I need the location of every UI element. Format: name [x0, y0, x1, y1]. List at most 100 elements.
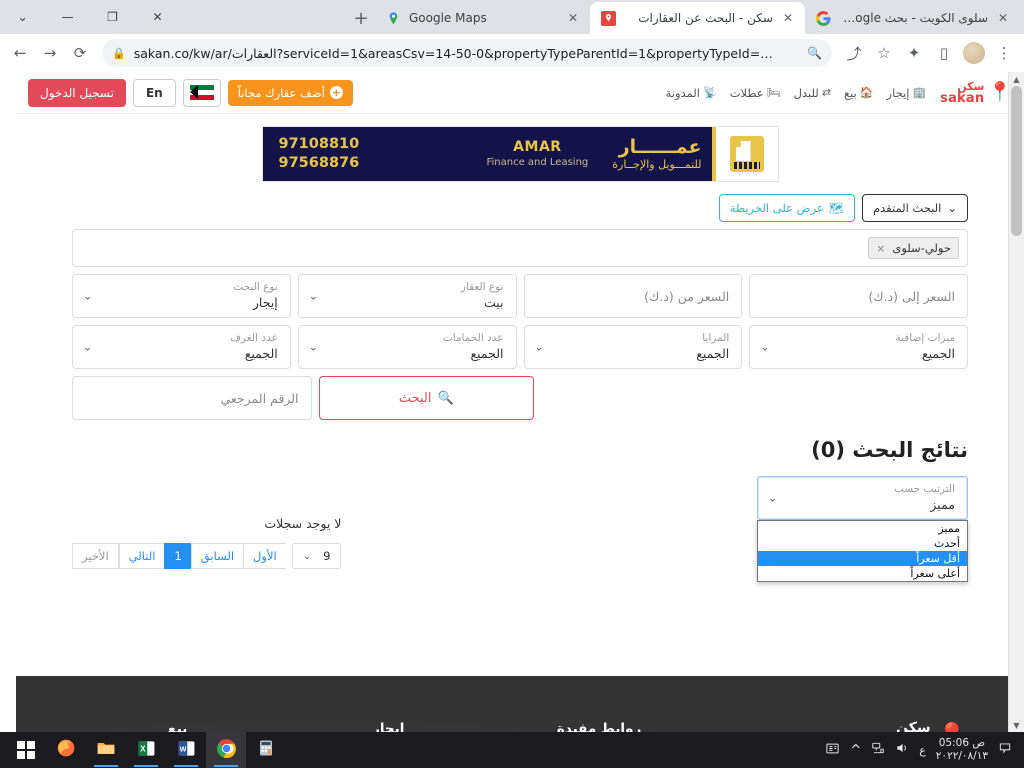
- nav-item-rent[interactable]: 🏢 إيجار: [887, 86, 927, 100]
- scroll-up-arrow-icon[interactable]: ▲: [1009, 72, 1024, 86]
- maximize-button[interactable]: ❐: [90, 0, 135, 34]
- minimize-button[interactable]: —: [45, 0, 90, 34]
- nav-item-exchange[interactable]: ⇄ للبدل: [794, 86, 831, 100]
- sort-value: مميز: [930, 497, 955, 513]
- volume-icon[interactable]: [895, 741, 909, 759]
- sort-option-highest-price[interactable]: أعلى سعراً: [758, 566, 967, 581]
- share-icon[interactable]: ⤴: [840, 39, 868, 67]
- google-maps-icon: [385, 10, 401, 26]
- filter-property-type[interactable]: نوع العقار بيت ⌄: [297, 274, 517, 318]
- nav-item-blog[interactable]: 📡 المدونة: [666, 86, 717, 100]
- taskbar-calculator[interactable]: [246, 732, 286, 768]
- amar-logo: [715, 127, 778, 181]
- area-chip-remove-icon[interactable]: ×: [876, 242, 885, 255]
- add-property-label: أضف عقارك مجاناً: [237, 85, 325, 100]
- footer-heading: روابط مفيدة: [556, 721, 642, 732]
- tab-close-icon[interactable]: ✕: [781, 11, 795, 25]
- taskbar-chrome[interactable]: [206, 732, 246, 768]
- nav-label: للبدل: [793, 85, 819, 100]
- taskbar-excel[interactable]: X: [126, 732, 166, 768]
- search-button[interactable]: 🔍 البحث: [318, 376, 534, 420]
- filter-rooms[interactable]: عدد الغرف الجميع ⌄: [72, 325, 291, 369]
- sort-dropdown-trigger[interactable]: الترتيب حسب مميز ⌄: [757, 476, 968, 520]
- filter-label: ميزات إضافية: [895, 332, 955, 344]
- scrollbar-thumb[interactable]: [1011, 86, 1022, 236]
- tab-search-icon[interactable]: ⌄: [0, 0, 45, 34]
- notification-icon[interactable]: [998, 741, 1012, 759]
- news-icon[interactable]: [825, 741, 840, 760]
- side-panel-icon[interactable]: ▯: [930, 39, 958, 67]
- login-button[interactable]: تسجيل الدخول: [28, 78, 126, 107]
- reference-placeholder: الرقم المرجعي: [220, 390, 299, 406]
- calculator-icon: [257, 739, 275, 761]
- taskbar-word[interactable]: W: [166, 732, 206, 768]
- pagination-page-1[interactable]: 1: [164, 543, 191, 569]
- show-hidden-icons-chevron[interactable]: ^: [850, 743, 861, 758]
- area-selection-input[interactable]: حولي-سلوى ×: [72, 229, 968, 267]
- filter-value: الجميع: [244, 346, 278, 362]
- filter-price-to[interactable]: السعر إلى (د.ك): [749, 274, 968, 318]
- filter-price-from[interactable]: السعر من (د.ك): [523, 274, 743, 318]
- footer-logo[interactable]: 📍 سكن sakan: [704, 721, 968, 732]
- footer-column-useful-links: روابط مفيدة الرئيسية »: [494, 721, 705, 732]
- forward-icon[interactable]: →: [36, 39, 64, 67]
- map-view-button[interactable]: 🗺 عرض على الخريطة: [718, 194, 856, 222]
- taskbar-firefox[interactable]: [46, 732, 86, 768]
- vertical-scrollbar[interactable]: ▲ ▼: [1008, 72, 1024, 732]
- zoom-icon[interactable]: 🔍: [807, 46, 822, 60]
- nav-item-sale[interactable]: 🏠 بيع: [844, 86, 874, 100]
- main-nav: 🏢 إيجار 🏠 بيع ⇄ للبدل 🛏 عطلات 📡 المدونة: [666, 86, 926, 100]
- language-toggle-button[interactable]: En: [132, 78, 176, 107]
- chevron-down-icon: ⌄: [302, 550, 312, 562]
- pagination-prev[interactable]: السابق: [190, 543, 244, 569]
- language-indicator[interactable]: ع: [919, 744, 926, 757]
- taskbar-clock[interactable]: 05:06 ص ٢٠٢٢/٠٨/١٣: [936, 737, 988, 763]
- browser-tab-google-search[interactable]: ✕ سلوى الكويت - بحث Google: [805, 2, 1020, 34]
- pagination-next[interactable]: التالي: [118, 543, 165, 569]
- back-icon[interactable]: ←: [6, 39, 34, 67]
- excel-icon: X: [137, 739, 156, 762]
- chrome-menu-icon[interactable]: ⋮: [990, 39, 1018, 67]
- bookmark-icon[interactable]: ☆: [870, 39, 898, 67]
- filter-features[interactable]: المزايا الجميع ⌄: [523, 325, 743, 369]
- profile-avatar[interactable]: [960, 39, 988, 67]
- sort-option-newest[interactable]: أحدث: [758, 536, 967, 551]
- close-window-button[interactable]: ✕: [135, 0, 180, 34]
- banner-title-en: AMAR: [513, 139, 562, 155]
- pagination-last[interactable]: الأخير: [72, 543, 119, 569]
- start-button[interactable]: [6, 732, 46, 768]
- tab-close-icon[interactable]: ✕: [566, 11, 580, 25]
- browser-tab-google-maps[interactable]: ✕ Google Maps: [375, 2, 590, 34]
- network-icon[interactable]: [871, 741, 885, 759]
- firefox-icon: [56, 738, 76, 762]
- lock-icon: 🔒: [112, 46, 126, 60]
- system-tray: ^ ع 05:06 ص ٢٠٢٢/٠٨/١٣: [825, 737, 1018, 763]
- bed-icon: 🛏: [766, 86, 781, 99]
- reference-number-input[interactable]: الرقم المرجعي: [72, 376, 312, 420]
- taskbar-file-explorer[interactable]: [86, 732, 126, 768]
- site-footer: 📍 سكن sakan سكن, منصتك العقارية روابط مف…: [16, 676, 1024, 732]
- area-chip[interactable]: حولي-سلوى ×: [868, 237, 959, 259]
- pagination-first[interactable]: الأول: [243, 543, 286, 569]
- chevron-down-icon: ⌄: [947, 201, 957, 215]
- filter-extra-features[interactable]: ميزات إضافية الجميع ⌄: [749, 325, 968, 369]
- reload-icon[interactable]: ⟳: [66, 39, 94, 67]
- address-bar[interactable]: 🔒 sakan.co/kw/ar/العقارات?serviceId=1&ar…: [102, 39, 832, 67]
- site-logo[interactable]: 📍 سكن sakan: [940, 81, 1012, 105]
- browser-tab-sakan[interactable]: ✕ سكن - البحث عن العقارات: [590, 2, 805, 34]
- new-tab-button[interactable]: +: [347, 4, 375, 32]
- per-page-selector[interactable]: 9 ⌄: [291, 543, 342, 569]
- country-flag-button[interactable]: [182, 78, 221, 107]
- advanced-search-button[interactable]: ⌄ البحث المتقدم: [862, 194, 968, 222]
- browser-toolbar: ← → ⟳ 🔒 sakan.co/kw/ar/العقارات?serviceI…: [0, 34, 1024, 72]
- amar-ad-banner[interactable]: عمــــــار للتمـــويل والإجــارة AMAR Fi…: [261, 126, 779, 182]
- add-property-button[interactable]: + أضف عقارك مجاناً: [227, 79, 353, 106]
- filter-search-type[interactable]: نوع البحث إيجار ⌄: [72, 274, 291, 318]
- sort-option-featured[interactable]: مميز: [758, 521, 967, 536]
- sort-option-lowest-price[interactable]: أقل سعراً: [758, 551, 967, 566]
- tab-close-icon[interactable]: ✕: [996, 11, 1010, 25]
- filter-bathrooms[interactable]: عدد الحمامات الجميع ⌄: [297, 325, 517, 369]
- results-title: نتائج البحث (0): [811, 438, 968, 462]
- extensions-icon[interactable]: ✦: [900, 39, 928, 67]
- nav-item-holidays[interactable]: 🛏 عطلات: [730, 86, 781, 100]
